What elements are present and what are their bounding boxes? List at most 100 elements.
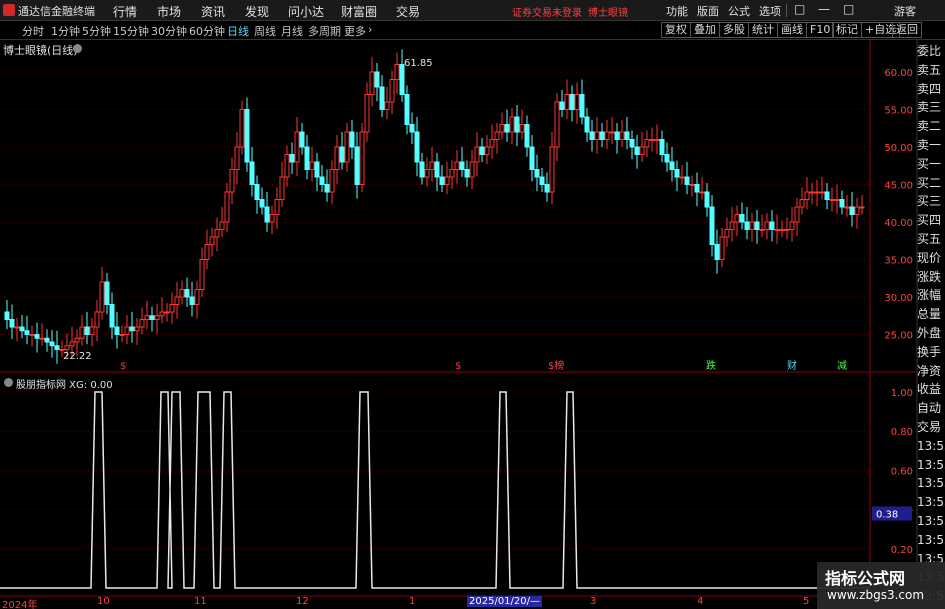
date-tick: 1 <box>409 596 416 607</box>
side-panel-item[interactable]: 买二 <box>917 174 945 192</box>
dropdown-icon[interactable] <box>73 44 82 53</box>
side-panel-item[interactable]: 买四 <box>917 211 945 229</box>
candle-body <box>579 94 585 118</box>
screenshot-icon[interactable]: □ <box>794 2 805 16</box>
event-marker: $ <box>455 361 461 372</box>
period-30min[interactable]: 30分钟 <box>151 23 187 39</box>
side-panel-item[interactable]: 换手 <box>917 343 945 361</box>
fuquan-button[interactable]: 复权 <box>661 22 691 38</box>
candle-body <box>99 281 105 313</box>
side-panel-item[interactable]: 13:53 <box>917 474 945 492</box>
menu-faxian[interactable]: 发现 <box>245 3 269 20</box>
candle-body <box>514 116 520 133</box>
side-panel-item[interactable]: 交易 <box>917 418 945 436</box>
side-panel-item[interactable]: 收益 <box>917 380 945 398</box>
menu-caifuquan[interactable]: 财富圈 <box>341 3 377 20</box>
menu-gongshi[interactable]: 公式 <box>728 3 750 19</box>
period-monthly[interactable]: 月线 <box>281 23 303 39</box>
multi-stock-button[interactable]: 多股 <box>719 22 749 38</box>
side-panel-item[interactable]: 总量 <box>917 305 945 323</box>
date-tick: 5 <box>803 596 810 607</box>
candle-body <box>454 161 460 170</box>
period-5min[interactable]: 5分钟 <box>82 23 111 39</box>
f10-button[interactable]: F10 <box>806 22 835 38</box>
candle-body <box>119 334 125 336</box>
candle-body <box>264 206 270 223</box>
candle-body <box>834 199 840 201</box>
draw-button[interactable]: 画线 <box>777 22 807 38</box>
candle-body <box>274 199 280 215</box>
overlay-button[interactable]: 叠加 <box>690 22 720 38</box>
candle-body <box>304 146 310 170</box>
login-notice[interactable]: 证券交易未登录 <box>512 4 582 19</box>
side-panel-item[interactable]: 买三 <box>917 192 945 210</box>
date-crosshair-label: 2025/01/20/— <box>467 596 543 607</box>
menu-hangqing[interactable]: 行情 <box>113 3 137 20</box>
menu-gongneng[interactable]: 功能 <box>666 3 688 19</box>
side-panel-item[interactable]: 净资 <box>917 362 945 380</box>
candle-body <box>354 146 360 185</box>
candle-body <box>394 64 400 80</box>
side-panel-item[interactable]: 13:53 <box>917 512 945 530</box>
candle-body <box>589 131 595 140</box>
stats-button[interactable]: 统计 <box>748 22 778 38</box>
menu-banmian[interactable]: 版面 <box>697 3 719 19</box>
user-guest[interactable]: 游客 <box>894 3 916 19</box>
period-daily[interactable]: 日线 <box>227 23 249 39</box>
chart-header: 博士眼镜(日线) <box>0 40 870 58</box>
stock-name-notice[interactable]: 博士眼镜 <box>588 4 628 19</box>
side-panel-item[interactable]: 现价 <box>917 249 945 267</box>
period-60min[interactable]: 60分钟 <box>189 23 225 39</box>
candle-body <box>209 236 215 245</box>
side-panel-item[interactable]: 13:53 <box>917 531 945 549</box>
mark-button[interactable]: 标记 <box>832 22 862 38</box>
menu-zixun[interactable]: 资讯 <box>201 3 225 20</box>
candle-body <box>799 199 805 208</box>
candle-body <box>49 341 55 347</box>
candle-body <box>9 319 15 328</box>
period-more[interactable]: 更多 <box>344 23 366 39</box>
side-panel-item[interactable]: 卖三 <box>917 98 945 116</box>
side-panel-item[interactable]: 买五 <box>917 230 945 248</box>
candle-body <box>79 326 85 339</box>
menu-shichang[interactable]: 市场 <box>157 3 181 20</box>
settings-icon[interactable]: — <box>818 2 830 16</box>
side-panel-item[interactable]: 13:53 <box>917 437 945 455</box>
side-panel-item[interactable]: 卖五 <box>917 61 945 79</box>
watermark: 指标公式网 www.zbgs3.com <box>817 562 945 609</box>
menu-xuanxiang[interactable]: 选项 <box>759 3 781 19</box>
menu-jiaoyi[interactable]: 交易 <box>396 3 420 20</box>
side-panel-item[interactable]: 涨跌 <box>917 268 945 286</box>
side-panel-item[interactable]: 13:53 <box>917 493 945 511</box>
side-panel-item[interactable]: 13:53 <box>917 456 945 474</box>
side-panel-item[interactable]: 外盘 <box>917 324 945 342</box>
period-15min[interactable]: 15分钟 <box>113 23 149 39</box>
side-panel-item[interactable]: 卖一 <box>917 136 945 154</box>
period-multi[interactable]: 多周期 <box>308 23 341 39</box>
candle-body <box>439 176 445 185</box>
side-panel-item[interactable]: 卖二 <box>917 117 945 135</box>
candle-body <box>679 176 685 179</box>
side-panel-item[interactable]: 买一 <box>917 155 945 173</box>
chevron-right-icon[interactable]: › <box>368 23 372 36</box>
candle-body <box>24 330 30 335</box>
watermark-title: 指标公式网 <box>825 569 906 588</box>
menu-wenxiaoda[interactable]: 问小达 <box>288 3 324 20</box>
candle-body <box>704 191 710 208</box>
candle-body <box>469 161 475 178</box>
side-panel-item[interactable]: 卖四 <box>917 80 945 98</box>
period-1min[interactable]: 1分钟 <box>51 23 80 39</box>
collapse-icon[interactable]: □ <box>843 2 854 16</box>
price-axis: 60.00 55.00 50.00 45.00 40.00 35.00 30.00 25.00 <box>884 68 913 342</box>
indicator-settings-icon[interactable] <box>4 378 13 387</box>
period-fenshi[interactable]: 分时 <box>22 23 44 39</box>
side-panel-item[interactable]: 涨幅 <box>917 286 945 304</box>
candle-body <box>464 169 470 178</box>
period-weekly[interactable]: 周线 <box>254 23 276 39</box>
side-panel-item[interactable]: 委比 <box>917 42 945 60</box>
chart-canvas: 60.00 55.00 50.00 45.00 40.00 35.00 30.00 25.00… <box>0 40 918 609</box>
back-button[interactable]: 返回 <box>892 22 922 38</box>
candle-body <box>189 296 195 305</box>
side-panel-item[interactable]: 自动 <box>917 399 945 417</box>
candle-body <box>14 326 20 329</box>
